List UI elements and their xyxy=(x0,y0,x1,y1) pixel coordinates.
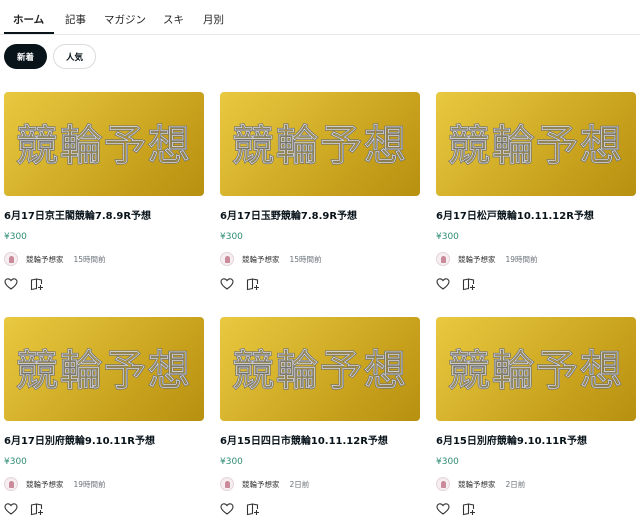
thumbnail-calligraphy-highlight: 競輪予想 xyxy=(16,121,192,170)
author-name[interactable]: 競輪予想家 xyxy=(458,479,496,490)
post-time: 15時間前 xyxy=(289,254,322,264)
article-card[interactable]: 競輪予想 競輪予想 6月15日四日市競輪10.11.12R予想 ¥300 競輪予… xyxy=(220,317,420,517)
post-time: 2日前 xyxy=(505,479,526,489)
avatar[interactable] xyxy=(436,477,450,491)
post-time: 19時間前 xyxy=(505,254,538,264)
article-card[interactable]: 競輪予想 競輪予想 6月15日別府競輪9.10.11R予想 ¥300 競輪予想家… xyxy=(436,317,636,517)
heart-icon[interactable] xyxy=(436,501,450,515)
avatar[interactable] xyxy=(220,252,234,266)
author-name[interactable]: 競輪予想家 xyxy=(242,254,280,265)
avatar[interactable] xyxy=(4,252,18,266)
heart-icon[interactable] xyxy=(4,276,18,290)
author-row: 競輪予想家 15時間前 xyxy=(220,252,322,266)
heart-icon[interactable] xyxy=(220,276,234,290)
thumbnail-calligraphy-highlight: 競輪予想 xyxy=(16,346,192,395)
article-title[interactable]: 6月15日別府競輪9.10.11R予想 xyxy=(436,432,636,447)
thumbnail-calligraphy-highlight: 競輪予想 xyxy=(448,346,624,395)
magazine-add-icon[interactable] xyxy=(30,501,44,516)
filter-new-button[interactable]: 新着 xyxy=(4,44,47,69)
avatar[interactable] xyxy=(4,477,18,491)
tab-magazines[interactable]: マガジン xyxy=(104,12,146,27)
tab-home[interactable]: ホーム xyxy=(13,12,44,27)
heart-icon[interactable] xyxy=(436,276,450,290)
avatar[interactable] xyxy=(436,252,450,266)
heart-icon[interactable] xyxy=(4,501,18,515)
author-row: 競輪予想家 19時間前 xyxy=(4,477,106,491)
article-title[interactable]: 6月17日玉野競輪7.8.9R予想 xyxy=(220,207,420,222)
article-title[interactable]: 6月17日松戸競輪10.11.12R予想 xyxy=(436,207,636,222)
article-thumbnail[interactable]: 競輪予想 競輪予想 xyxy=(436,92,636,196)
article-card[interactable]: 競輪予想 競輪予想 6月17日別府競輪9.10.11R予想 ¥300 競輪予想家… xyxy=(4,317,204,517)
article-thumbnail[interactable]: 競輪予想 競輪予想 xyxy=(4,92,204,196)
article-title[interactable]: 6月17日京王閣競輪7.8.9R予想 xyxy=(4,207,204,222)
tab-monthly[interactable]: 月別 xyxy=(203,12,224,27)
magazine-add-icon[interactable] xyxy=(30,276,44,291)
author-row: 競輪予想家 15時間前 xyxy=(4,252,106,266)
thumbnail-calligraphy-highlight: 競輪予想 xyxy=(232,121,408,170)
author-name[interactable]: 競輪予想家 xyxy=(242,479,280,490)
heart-icon[interactable] xyxy=(220,501,234,515)
magazine-add-icon[interactable] xyxy=(246,276,260,291)
article-card[interactable]: 競輪予想 競輪予想 6月17日松戸競輪10.11.12R予想 ¥300 競輪予想… xyxy=(436,92,636,292)
avatar[interactable] xyxy=(220,477,234,491)
article-thumbnail[interactable]: 競輪予想 競輪予想 xyxy=(220,317,420,421)
article-price: ¥300 xyxy=(436,232,459,242)
author-name[interactable]: 競輪予想家 xyxy=(26,479,64,490)
magazine-add-icon[interactable] xyxy=(246,501,260,516)
article-price: ¥300 xyxy=(4,232,27,242)
article-title[interactable]: 6月17日別府競輪9.10.11R予想 xyxy=(4,432,204,447)
thumbnail-calligraphy-highlight: 競輪予想 xyxy=(448,121,624,170)
tab-articles[interactable]: 記事 xyxy=(65,12,86,27)
article-card[interactable]: 競輪予想 競輪予想 6月17日玉野競輪7.8.9R予想 ¥300 競輪予想家 1… xyxy=(220,92,420,292)
author-name[interactable]: 競輪予想家 xyxy=(458,254,496,265)
magazine-add-icon[interactable] xyxy=(462,501,476,516)
article-title[interactable]: 6月15日四日市競輪10.11.12R予想 xyxy=(220,432,420,447)
filter-popular-button[interactable]: 人気 xyxy=(53,44,96,69)
article-price: ¥300 xyxy=(4,457,27,467)
article-thumbnail[interactable]: 競輪予想 競輪予想 xyxy=(220,92,420,196)
tab-bar: ホーム 記事 マガジン スキ 月別 xyxy=(0,0,640,35)
author-row: 競輪予想家 2日前 xyxy=(220,477,309,491)
article-thumbnail[interactable]: 競輪予想 競輪予想 xyxy=(4,317,204,421)
tab-likes[interactable]: スキ xyxy=(163,12,184,27)
article-card[interactable]: 競輪予想 競輪予想 6月17日京王閣競輪7.8.9R予想 ¥300 競輪予想家 … xyxy=(4,92,204,292)
article-price: ¥300 xyxy=(220,232,243,242)
post-time: 19時間前 xyxy=(73,479,106,489)
article-price: ¥300 xyxy=(220,457,243,467)
author-row: 競輪予想家 19時間前 xyxy=(436,252,538,266)
thumbnail-calligraphy-highlight: 競輪予想 xyxy=(232,346,408,395)
post-time: 2日前 xyxy=(289,479,310,489)
author-name[interactable]: 競輪予想家 xyxy=(26,254,64,265)
post-time: 15時間前 xyxy=(73,254,106,264)
magazine-add-icon[interactable] xyxy=(462,276,476,291)
author-row: 競輪予想家 2日前 xyxy=(436,477,525,491)
active-tab-indicator xyxy=(4,32,54,34)
article-price: ¥300 xyxy=(436,457,459,467)
article-thumbnail[interactable]: 競輪予想 競輪予想 xyxy=(436,317,636,421)
